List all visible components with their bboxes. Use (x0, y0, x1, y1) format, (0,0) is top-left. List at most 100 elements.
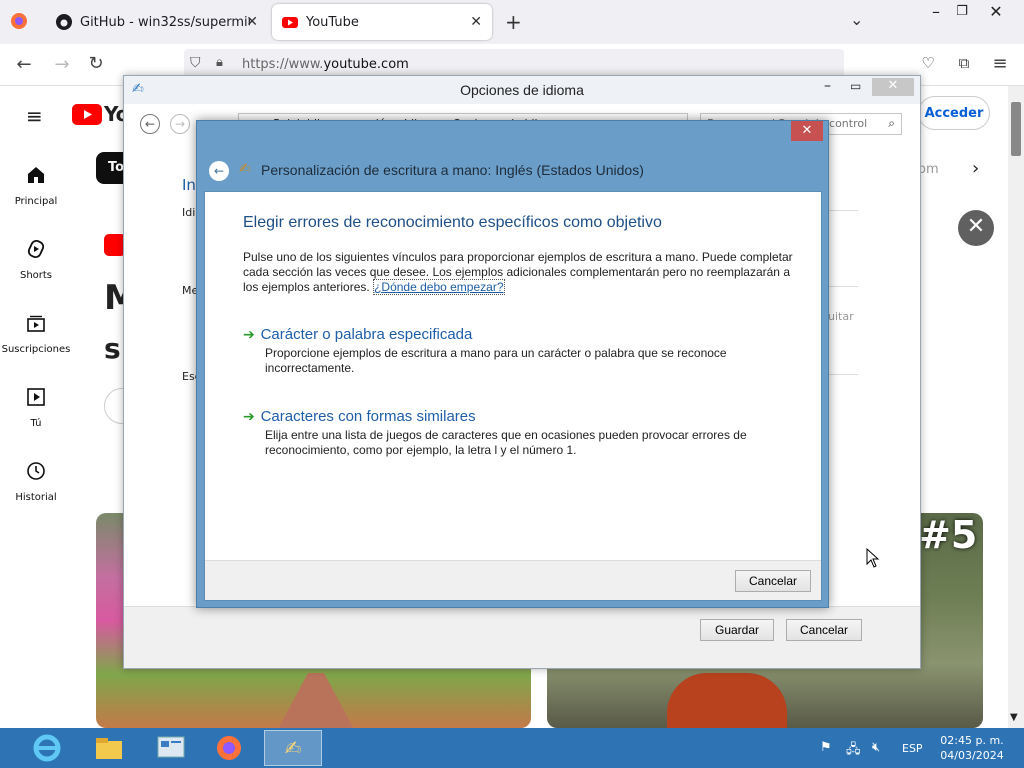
window-title: Opciones de idioma (460, 82, 584, 98)
sign-in-button[interactable]: Acceder (918, 96, 990, 130)
divider (824, 374, 858, 375)
thumb-badge: #5 (919, 513, 978, 557)
pocket-icon[interactable]: ♡ (916, 54, 940, 72)
library-icon (27, 388, 45, 406)
list-tabs-icon[interactable]: ⌄ (850, 10, 863, 29)
window-close-icon[interactable]: ✕ (872, 78, 914, 96)
reload-icon[interactable]: ↻ (84, 53, 108, 74)
shorts-icon (27, 239, 45, 259)
url-domain: youtube.com (323, 57, 409, 72)
window-minimize-icon[interactable]: – (824, 78, 831, 94)
tab-title: GitHub - win32ss/supermium: C (80, 14, 250, 30)
pen-icon: ✍ (284, 736, 302, 760)
tab-github[interactable]: GitHub - win32ss/supermium: C ✕ (46, 4, 268, 40)
dialog-back-icon[interactable]: ← (209, 161, 229, 181)
close-window-icon[interactable]: ✕ (976, 2, 1016, 21)
window-titlebar: ✍ Opciones de idioma – ▭ ✕ (124, 76, 920, 104)
divider (824, 210, 858, 211)
clock-date: 04/03/2024 (940, 749, 1004, 762)
clock[interactable]: 02:45 p. m. 04/03/2024 (932, 733, 1012, 763)
firefox-taskbar-icon[interactable] (200, 730, 258, 766)
action-center-flag-icon[interactable]: ⚑ (820, 740, 832, 755)
tab-youtube[interactable]: YouTube ✕ (272, 4, 492, 40)
partial-label: In (182, 176, 196, 194)
network-icon[interactable]: 🖧︎ (846, 740, 861, 762)
sign-in-label: Acceder (924, 105, 984, 121)
scrollbar-thumb[interactable] (1011, 102, 1021, 156)
handwriting-personalization-dialog: ✕ ← ✍ Personalización de escritura a man… (196, 120, 829, 608)
sidebar-label: Shorts (19, 270, 53, 281)
scroll-down-icon[interactable]: ▼ (1010, 712, 1018, 723)
mouse-cursor (866, 547, 880, 571)
firefox-menu-icon[interactable] (10, 12, 30, 32)
dialog-heading: Elegir errores de reconocimiento específ… (243, 214, 662, 231)
tracking-shield-icon[interactable]: ⛉ (190, 55, 201, 71)
sidebar-item-tu[interactable]: Tú (0, 386, 72, 429)
option-description: Elija entre una lista de juegos de carac… (265, 428, 747, 457)
sidebar-label: Tú (30, 418, 42, 429)
back-icon[interactable]: ← (12, 54, 36, 75)
option-title[interactable]: Carácter o palabra especificada (261, 326, 473, 343)
cp-forward-icon[interactable]: → (170, 114, 190, 134)
green-arrow-icon: ➔ (243, 327, 255, 343)
sidebar-item-historial[interactable]: Historial (0, 460, 72, 503)
new-tab-button[interactable]: + (505, 10, 522, 34)
cp-back-icon[interactable]: ← (140, 114, 160, 134)
extensions-icon[interactable]: ⧉ (952, 54, 976, 72)
help-link[interactable]: ¿Dónde debo empezar? (373, 279, 505, 295)
chips-next-icon[interactable]: › (972, 158, 979, 179)
url-text[interactable]: https://www.youtube.com (242, 57, 409, 72)
sidebar-label: Principal (14, 196, 58, 207)
scrollbar[interactable] (1008, 86, 1024, 728)
sidebar-item-shorts[interactable]: Shorts (0, 238, 72, 281)
partial-label: Idi (182, 206, 196, 219)
dialog-intro: Pulse uno de los siguientes vínculos par… (243, 250, 803, 295)
tab-title: YouTube (306, 14, 359, 30)
url-prefix: https://www. (242, 57, 324, 72)
youtube-logo[interactable]: Yo (72, 102, 129, 126)
menu-icon[interactable]: ≡ (988, 53, 1012, 74)
save-button[interactable]: Guardar (700, 619, 774, 641)
dialog-title: Personalización de escritura a mano: Ing… (261, 162, 644, 178)
person-shape (667, 673, 787, 728)
window-footer: Guardar Cancelar (124, 606, 920, 668)
handwriting-taskbar-icon[interactable]: ✍ (264, 730, 322, 766)
volume-muted-icon[interactable]: 🔇︎ (872, 740, 880, 755)
option-description: Proporcione ejemplos de escritura a mano… (265, 346, 727, 375)
button-label: Cancelar (748, 574, 798, 588)
search-icon[interactable]: ⌕ (888, 116, 895, 131)
dialog-cancel-button[interactable]: Cancelar (735, 570, 811, 592)
subscriptions-icon (27, 315, 45, 332)
dialog-content: Elegir errores de reconocimiento específ… (204, 191, 822, 601)
option-similar-shapes[interactable]: ➔ Caracteres con formas similares Elija … (243, 408, 783, 458)
dismiss-overlay-button[interactable]: ✕ (958, 210, 994, 246)
github-icon (56, 14, 72, 30)
windows-taskbar: ✍ ⚑ 🖧︎ 🔇︎ ESP 02:45 p. m. 04/03/2024 (0, 728, 1024, 768)
chip-partial-right[interactable]: om (918, 162, 939, 177)
home-icon (28, 167, 44, 183)
option-title[interactable]: Caracteres con formas similares (261, 408, 476, 425)
lock-icon[interactable]: 🔒︎ (216, 55, 223, 70)
sidebar-item-principal[interactable]: Principal (0, 164, 72, 207)
cancel-button[interactable]: Cancelar (786, 619, 862, 641)
close-tab-icon[interactable]: ✕ (470, 14, 482, 30)
option-specific-character[interactable]: ➔ Carácter o palabra especificada Propor… (243, 326, 783, 376)
file-explorer-icon[interactable] (80, 730, 138, 766)
forward-icon[interactable]: → (50, 54, 74, 75)
handwriting-pen-icon: ✍ (239, 161, 251, 177)
hamburger-icon[interactable]: ≡ (26, 104, 43, 128)
green-arrow-icon: ➔ (243, 409, 255, 425)
window-maximize-icon[interactable]: ▭ (850, 79, 861, 93)
input-language[interactable]: ESP (902, 742, 923, 755)
close-tab-icon[interactable]: ✕ (246, 14, 258, 30)
chip-label: om (918, 162, 939, 177)
server-manager-icon[interactable] (142, 730, 200, 766)
dialog-close-icon[interactable]: ✕ (791, 121, 823, 141)
partial-remove-link[interactable]: uitar (828, 310, 854, 323)
sidebar-item-suscripciones[interactable]: Suscripciones (0, 312, 72, 355)
chip-label: To (108, 160, 125, 175)
internet-explorer-icon[interactable] (18, 730, 76, 766)
dialog-footer: Cancelar (205, 560, 821, 600)
button-label: Cancelar (799, 623, 849, 637)
path-shape (276, 673, 356, 728)
